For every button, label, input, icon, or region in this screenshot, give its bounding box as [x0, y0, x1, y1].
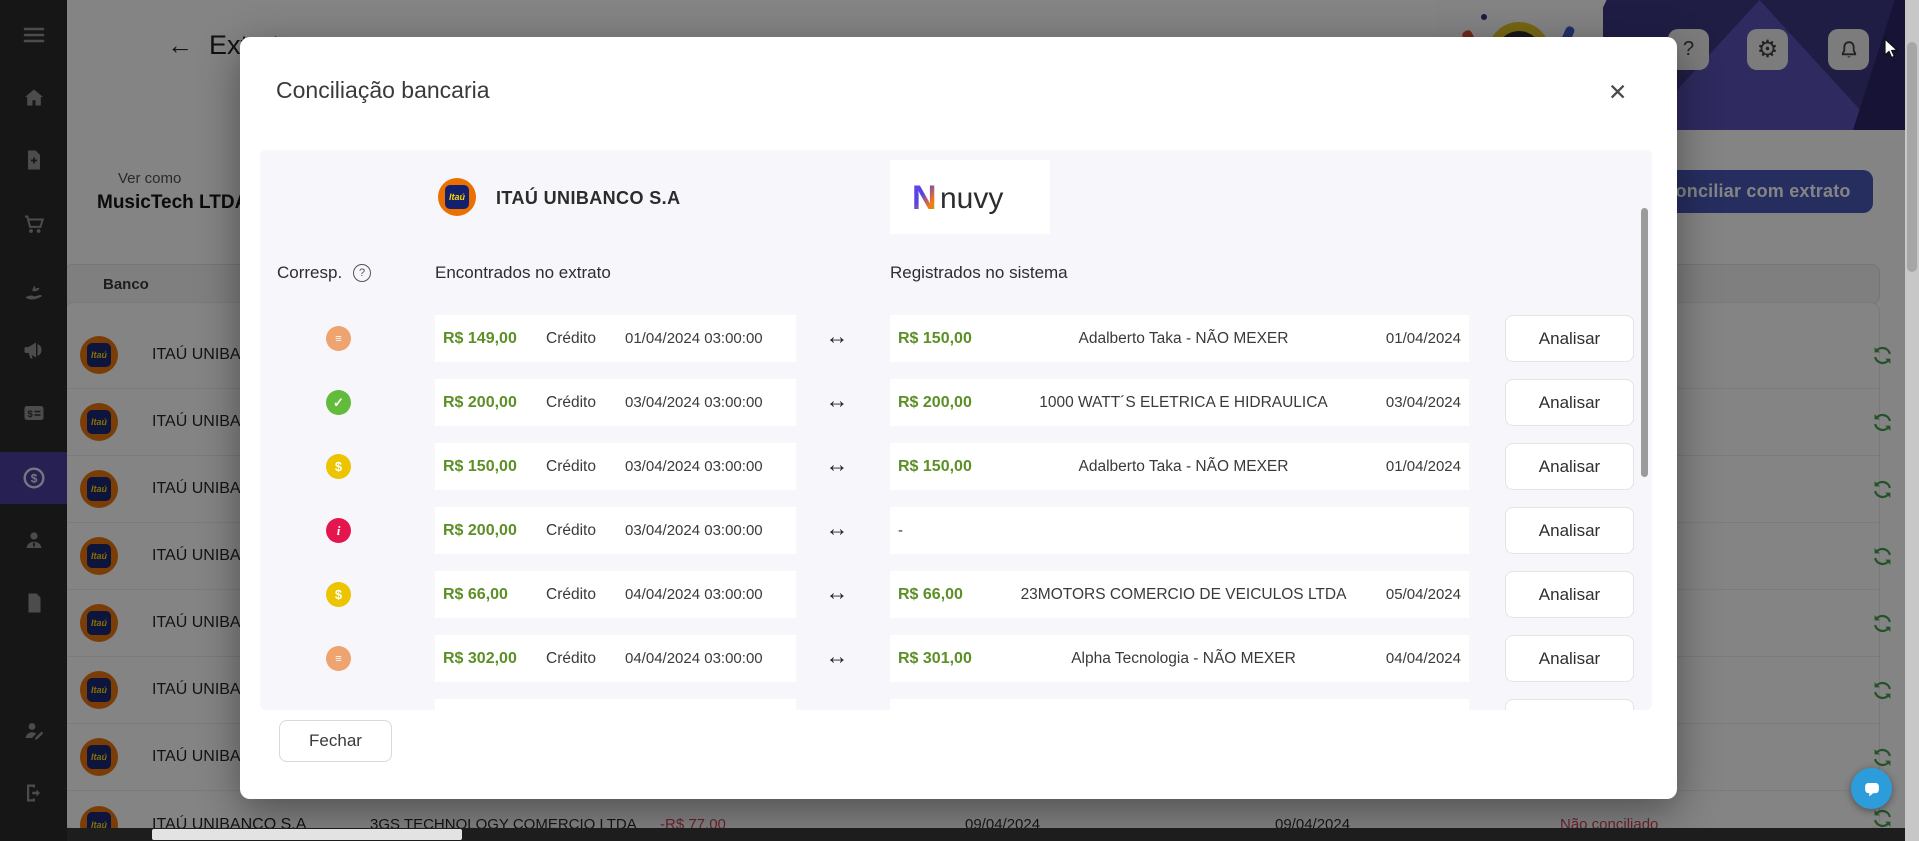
- match-row: $ R$ 150,00 Crédito 03/04/2024 03:00:00 …: [260, 443, 1652, 490]
- help-circle-icon[interactable]: ?: [353, 264, 371, 282]
- system-entry: R$ 150,00 Adalberto Taka - NÃO MEXER 01/…: [890, 315, 1469, 362]
- reconciliation-panel: Itaú ITAÚ UNIBANCO S.A N nuvy Corresp. ?…: [260, 150, 1652, 710]
- match-row-partial: Analisar: [260, 699, 1652, 710]
- match-row: ✓ R$ 200,00 Crédito 03/04/2024 03:00:00 …: [260, 379, 1652, 426]
- statement-entry: R$ 150,00 Crédito 03/04/2024 03:00:00: [435, 443, 796, 490]
- system-entry-empty: -: [890, 507, 1469, 554]
- status-partial-icon: ≡: [326, 646, 351, 671]
- match-row: ≡ R$ 149,00 Crédito 01/04/2024 03:00:00 …: [260, 315, 1652, 362]
- statement-entry: R$ 66,00 Crédito 04/04/2024 03:00:00: [435, 571, 796, 618]
- system-entry: [890, 699, 1469, 710]
- mouse-cursor: [1884, 38, 1902, 65]
- match-arrow-icon: ↔: [817, 515, 857, 542]
- bank-name: ITAÚ UNIBANCO S.A: [496, 188, 680, 209]
- close-modal-button[interactable]: Fechar: [279, 720, 392, 762]
- close-icon[interactable]: ✕: [1608, 79, 1627, 106]
- status-amount-icon: $: [326, 454, 351, 479]
- system-entry: R$ 150,00 Adalberto Taka - NÃO MEXER 01/…: [890, 443, 1469, 490]
- match-arrow-icon: ↔: [817, 323, 857, 350]
- svg-text:N: N: [912, 179, 937, 217]
- reconciliation-modal: Conciliação bancaria ✕ Itaú ITAÚ UNIBANC…: [240, 37, 1677, 799]
- match-arrow-icon: ↔: [817, 451, 857, 478]
- statement-entry: R$ 149,00 Crédito 01/04/2024 03:00:00: [435, 315, 796, 362]
- system-entry: R$ 301,00 Alpha Tecnologia - NÃO MEXER 0…: [890, 635, 1469, 682]
- system-entry: R$ 66,00 23MOTORS COMERCIO DE VEICULOS L…: [890, 571, 1469, 618]
- statement-header: Encontrados no extrato: [435, 263, 611, 283]
- app-screen: ← Extrato c ? ⚙ Ver como MusicTech LTDA …: [0, 0, 1919, 841]
- chat-icon: [1861, 778, 1883, 800]
- analyze-button[interactable]: Analisar: [1505, 699, 1634, 710]
- svg-text:nuvy: nuvy: [940, 182, 1003, 215]
- analyze-button[interactable]: Analisar: [1505, 315, 1634, 362]
- modal-title: Conciliação bancaria: [276, 77, 490, 104]
- system-header: Registrados no sistema: [890, 263, 1068, 283]
- analyze-button[interactable]: Analisar: [1505, 635, 1634, 682]
- analyze-button[interactable]: Analisar: [1505, 443, 1634, 490]
- status-matched-icon: ✓: [326, 390, 351, 415]
- nuvy-logo: N nuvy: [911, 175, 1029, 219]
- statement-entry: R$ 200,00 Crédito 03/04/2024 03:00:00: [435, 507, 796, 554]
- match-row: $ R$ 66,00 Crédito 04/04/2024 03:00:00 ↔…: [260, 571, 1652, 618]
- modal-scrollbar[interactable]: [1641, 208, 1648, 477]
- system-logo-card: N nuvy: [890, 160, 1050, 234]
- statement-entry: R$ 302,00 Crédito 04/04/2024 03:00:00: [435, 635, 796, 682]
- match-row: ≡ R$ 302,00 Crédito 04/04/2024 03:00:00 …: [260, 635, 1652, 682]
- match-arrow-icon: ↔: [817, 387, 857, 414]
- system-entry: R$ 200,00 1000 WATT´S ELETRICA E HIDRAUL…: [890, 379, 1469, 426]
- corresp-header: Corresp.: [277, 263, 342, 283]
- match-row: i R$ 200,00 Crédito 03/04/2024 03:00:00 …: [260, 507, 1652, 554]
- statement-entry: R$ 200,00 Crédito 03/04/2024 03:00:00: [435, 379, 796, 426]
- analyze-button[interactable]: Analisar: [1505, 379, 1634, 426]
- statement-entry: [435, 699, 796, 710]
- chat-widget-button[interactable]: [1851, 768, 1892, 809]
- match-arrow-icon: ↔: [817, 579, 857, 606]
- analyze-button[interactable]: Analisar: [1505, 571, 1634, 618]
- status-info-icon: i: [326, 518, 351, 543]
- itau-logo: Itaú: [438, 178, 476, 216]
- vertical-scrollbar[interactable]: [1905, 0, 1919, 841]
- horizontal-scrollbar[interactable]: [67, 828, 1905, 841]
- status-amount-icon: $: [326, 582, 351, 607]
- status-partial-icon: ≡: [326, 326, 351, 351]
- analyze-button[interactable]: Analisar: [1505, 507, 1634, 554]
- match-arrow-icon: ↔: [817, 643, 857, 670]
